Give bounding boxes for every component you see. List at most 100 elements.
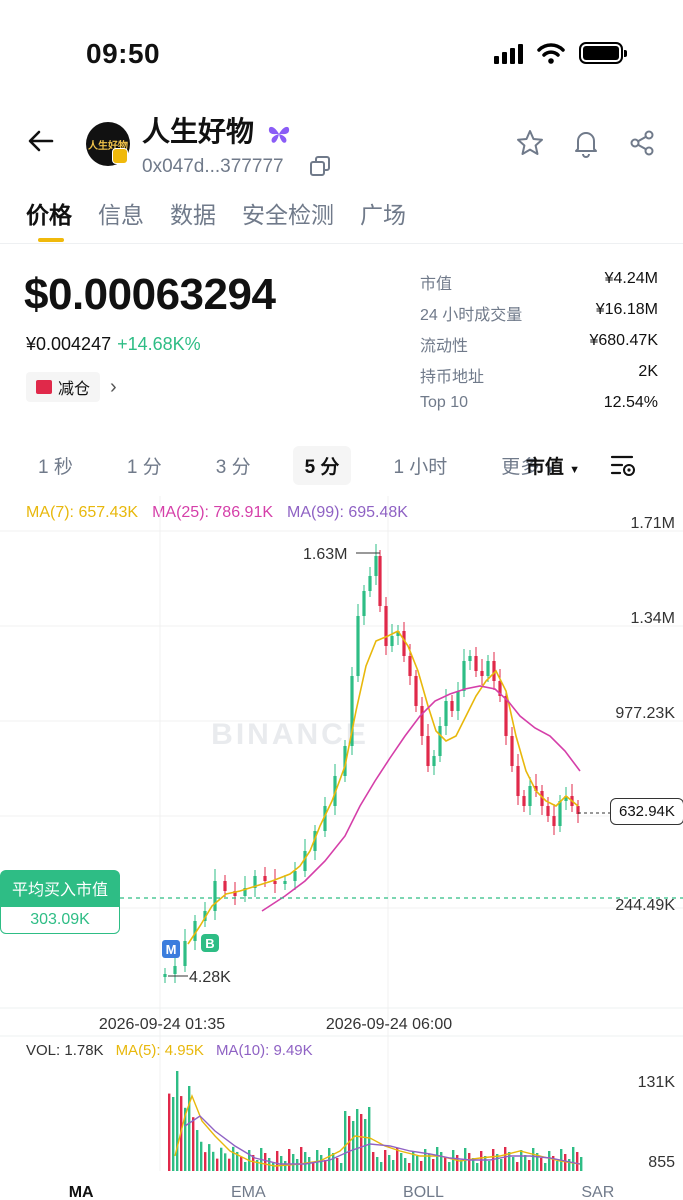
marker-b-label: B — [205, 936, 214, 951]
volume-legend: VOL: 1.78K MA(5): 4.95K MA(10): 9.49K — [26, 1042, 313, 1059]
candle-body — [426, 736, 430, 766]
interval-5m[interactable]: 5 分 — [292, 446, 352, 485]
volume-bar — [296, 1159, 299, 1171]
volume-bar — [468, 1153, 471, 1171]
volume-bar — [196, 1130, 199, 1171]
candle-body — [444, 701, 448, 726]
reduce-label: 减仓 — [58, 381, 91, 398]
volume-bar — [232, 1146, 235, 1171]
indicator-tabs: MA EMA BOLL SAR — [0, 1184, 683, 1200]
candle-body — [432, 756, 436, 766]
indicator-tab-ma[interactable]: MA — [69, 1184, 94, 1200]
star-icon[interactable] — [515, 128, 545, 158]
candle-body — [384, 606, 388, 646]
status-time: 09:50 — [86, 38, 161, 69]
interval-1s[interactable]: 1 秒 — [26, 446, 85, 485]
y-tick-label: 1.34M — [631, 610, 675, 627]
indicator-tab-boll[interactable]: BOLL — [403, 1184, 444, 1200]
volume-bar — [288, 1149, 291, 1171]
tab-data[interactable]: 数据 — [170, 196, 216, 230]
candle-body — [474, 656, 478, 671]
back-arrow-icon[interactable] — [26, 126, 56, 156]
low-marker: 4.28K — [168, 969, 231, 986]
candle-body — [408, 656, 412, 676]
stat-value: ¥680.47K — [589, 332, 658, 349]
candle-body — [402, 631, 406, 656]
share-icon[interactable] — [627, 128, 657, 158]
candle-body — [438, 726, 442, 756]
stat-key: 流动性 — [420, 338, 469, 355]
volume-bar — [220, 1147, 223, 1171]
stat-row: 市值 ¥4.24M — [420, 270, 658, 301]
interval-1m[interactable]: 1 分 — [115, 446, 174, 485]
stat-key: 持币地址 — [420, 369, 485, 386]
volume-bar — [500, 1159, 503, 1171]
volume-bar — [304, 1152, 307, 1171]
volume-bar — [520, 1150, 523, 1171]
y-tick-label: 977.23K — [615, 705, 675, 722]
volume-bar — [204, 1152, 207, 1171]
volume-bar — [516, 1162, 519, 1171]
volume-bar — [344, 1111, 347, 1171]
bell-icon[interactable] — [571, 128, 601, 158]
volume-bar — [340, 1163, 343, 1171]
volume-bar — [408, 1163, 411, 1171]
stat-key: 24 小时成交量 — [420, 307, 523, 324]
wifi-icon — [537, 43, 565, 64]
volume-bar — [200, 1141, 203, 1171]
chart-settings-icon[interactable] — [610, 454, 636, 478]
avg-buy-value: 303.09K — [0, 906, 120, 934]
volume-bar — [416, 1156, 419, 1171]
caret-down-icon: ▼ — [569, 464, 580, 476]
volume-bar — [568, 1159, 571, 1171]
volume-bar — [224, 1153, 227, 1171]
tab-price[interactable]: 价格 — [26, 196, 72, 242]
metric-selector[interactable]: 市值 ▼ — [526, 452, 580, 479]
volume-bar — [432, 1159, 435, 1171]
volume-bar — [444, 1157, 447, 1171]
indicator-tab-sar[interactable]: SAR — [581, 1184, 614, 1200]
grid — [0, 496, 683, 1171]
avg-buy-pill[interactable]: 平均买入市值 303.09K — [0, 870, 120, 934]
stat-key: 市值 — [420, 276, 453, 293]
copy-icon[interactable] — [308, 154, 332, 178]
candle-body — [456, 691, 460, 711]
interval-selector: 1 秒 1 分 3 分 5 分 1 小时 更多 ▼ 市值 ▼ — [26, 446, 666, 485]
stats-panel: 市值 ¥4.24M 24 小时成交量 ¥16.18M 流动性 ¥680.47K 持币地… — [420, 270, 658, 425]
marker-m[interactable]: M — [162, 940, 180, 958]
volume-bar — [208, 1144, 211, 1171]
indicator-tab-ema[interactable]: EMA — [231, 1184, 266, 1200]
interval-1h[interactable]: 1 小时 — [381, 446, 459, 485]
status-icons — [494, 42, 627, 64]
volume-bar — [264, 1153, 267, 1171]
volume-bar — [528, 1160, 531, 1171]
volume-bar — [368, 1107, 371, 1171]
volume-bar — [544, 1163, 547, 1171]
price-usd: $0.00063294 — [24, 270, 276, 319]
stat-value: 2K — [638, 363, 658, 380]
high-marker: 1.63M — [303, 546, 380, 563]
stat-key: Top 10 — [420, 394, 469, 411]
signal-icon — [494, 42, 523, 64]
reduce-position-button[interactable]: 减仓 — [26, 372, 101, 402]
candlestick-chart[interactable]: BINANCE 1.63M 4.28K M B 1.71M 1.34M 977.… — [0, 496, 683, 1186]
chevron-right-icon[interactable]: › — [110, 376, 117, 399]
candle-body — [390, 636, 394, 646]
volume-bar — [404, 1158, 407, 1171]
candle-body — [504, 696, 508, 736]
volume-bar — [228, 1158, 231, 1171]
low-label: 4.28K — [189, 969, 231, 986]
volume-bar — [332, 1153, 335, 1171]
volume-bar — [192, 1117, 195, 1171]
tab-security[interactable]: 安全检测 — [242, 196, 334, 230]
candle-body — [450, 701, 454, 711]
tab-square[interactable]: 广场 — [360, 196, 406, 230]
tab-info[interactable]: 信息 — [98, 196, 144, 230]
marker-b[interactable]: B — [201, 934, 219, 952]
candle-body — [522, 796, 526, 806]
volume-bar — [576, 1152, 579, 1171]
y-tick-label: 244.49K — [615, 897, 675, 914]
volume-bar — [392, 1160, 395, 1171]
interval-3m[interactable]: 3 分 — [204, 446, 263, 485]
stat-value: ¥4.24M — [604, 270, 658, 287]
